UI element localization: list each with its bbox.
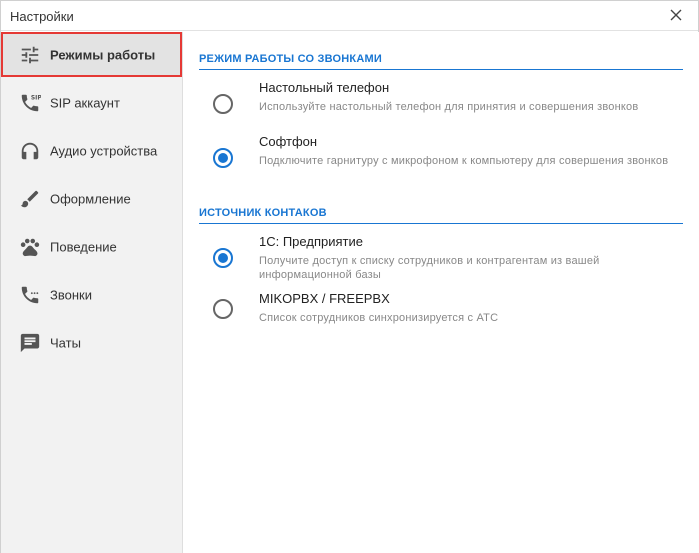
- settings-window: Настройки Режимы работы SIP SIP аккаунт …: [0, 0, 699, 553]
- sidebar-item-label: Оформление: [50, 191, 131, 206]
- title-bar: Настройки: [1, 1, 698, 31]
- sidebar-item-label: SIP аккаунт: [50, 95, 120, 110]
- sidebar-item-label: Чаты: [50, 335, 81, 350]
- sidebar-item-appearance[interactable]: Оформление: [1, 176, 182, 221]
- settings-sidebar: Режимы работы SIP SIP аккаунт Аудио устр…: [1, 32, 183, 553]
- settings-content: РЕЖИМ РАБОТЫ СО ЗВОНКАМИ Настольный теле…: [183, 32, 699, 553]
- sidebar-item-label: Режимы работы: [50, 47, 156, 62]
- radio-desk-phone[interactable]: [213, 94, 233, 114]
- svg-text:SIP: SIP: [31, 94, 41, 101]
- option-title: Настольный телефон: [259, 80, 390, 95]
- option-description: Получите доступ к списку сотрудников и к…: [259, 255, 600, 281]
- sidebar-item-label: Аудио устройства: [50, 143, 158, 158]
- sidebar-item-sip-account[interactable]: SIP SIP аккаунт: [1, 80, 182, 125]
- sidebar-item-behavior[interactable]: Поведение: [1, 224, 182, 269]
- window-title: Настройки: [10, 9, 74, 24]
- headphones-icon: [21, 142, 39, 159]
- option-title: MIKOPBX / FREEPBX: [259, 291, 390, 306]
- paw-icon: [20, 238, 40, 256]
- close-icon[interactable]: [668, 7, 684, 23]
- section-title-call-mode: РЕЖИМ РАБОТЫ СО ЗВОНКАМИ: [199, 53, 683, 70]
- section-title-contacts-source: ИСТОЧНИК КОНТАКОВ: [199, 207, 683, 224]
- option-description: Подключите гарнитуру с микрофоном к комп…: [259, 155, 669, 167]
- radio-softphone[interactable]: [213, 148, 233, 168]
- sidebar-item-label: Звонки: [50, 287, 92, 302]
- radio-1c-enterprise[interactable]: [213, 248, 233, 268]
- radio-mikopbx-freepbx[interactable]: [213, 299, 233, 319]
- option-title: Софтфон: [259, 134, 318, 149]
- option-description: Используйте настольный телефон для приня…: [259, 101, 639, 113]
- sidebar-item-chats[interactable]: Чаты: [1, 320, 182, 365]
- chat-icon: [20, 333, 40, 352]
- option-title: 1С: Предприятие: [259, 234, 363, 249]
- sliders-icon: [21, 46, 39, 63]
- sip-phone-icon: SIP: [21, 94, 41, 111]
- sidebar-item-audio-devices[interactable]: Аудио устройства: [1, 128, 182, 173]
- brush-icon: [20, 190, 39, 207]
- sidebar-item-calls[interactable]: Звонки: [1, 272, 182, 317]
- phone-icon: [21, 286, 39, 303]
- sidebar-item-label: Поведение: [50, 239, 117, 254]
- sidebar-item-work-modes[interactable]: Режимы работы: [1, 32, 182, 77]
- option-description: Список сотрудников синхронизируется с АТ…: [259, 312, 499, 324]
